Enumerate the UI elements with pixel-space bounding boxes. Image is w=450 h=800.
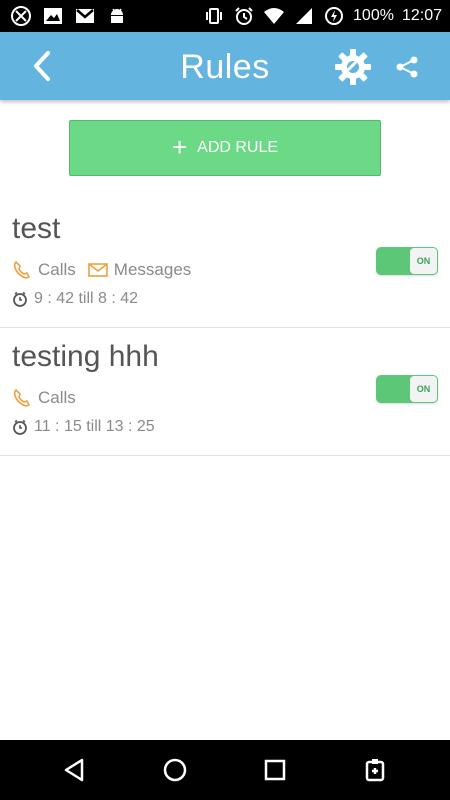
settings-button[interactable] <box>332 46 374 88</box>
nav-recents-button[interactable] <box>260 755 290 785</box>
rule-time: 9 : 42 till 8 : 42 <box>12 290 138 308</box>
nav-task-button[interactable] <box>360 755 390 785</box>
status-bar: 100% 12:07 <box>0 0 450 32</box>
category-calls: Calls <box>12 388 76 408</box>
plus-icon: + <box>171 131 188 162</box>
rule-time: 11 : 15 till 13 : 25 <box>12 418 155 436</box>
battery-percent: 100% <box>353 7 394 24</box>
vibrate-icon <box>203 5 225 27</box>
rule-item[interactable]: testing hhh Calls 11 : 15 till 13 : 25 O… <box>0 328 450 456</box>
notification-icons <box>10 0 128 32</box>
data-saver-icon <box>323 5 345 27</box>
home-circle-icon <box>163 758 187 782</box>
category-label: Calls <box>38 260 76 279</box>
category-messages: Messages <box>87 260 192 280</box>
rule-categories: Calls Messages <box>12 260 203 280</box>
rule-item[interactable]: test Calls Messages 9 : 42 till 8 : 42 O… <box>0 200 450 328</box>
rule-toggle[interactable]: ON <box>376 375 438 403</box>
task-icon <box>365 759 385 782</box>
clock-icon <box>13 419 27 435</box>
gmail-icon <box>74 5 96 27</box>
signal-icon <box>293 5 315 27</box>
image-icon <box>42 5 64 27</box>
gear-icon <box>335 49 371 85</box>
back-triangle-icon <box>64 758 84 782</box>
nav-back-button[interactable] <box>60 755 90 785</box>
time-range: 9 : 42 till 8 : 42 <box>34 290 139 307</box>
navigation-bar <box>0 740 450 800</box>
toggle-label: ON <box>416 256 431 266</box>
category-label: Messages <box>113 260 192 279</box>
system-status: 100% 12:07 <box>203 0 442 32</box>
category-label: Calls <box>38 388 76 407</box>
share-icon <box>396 56 418 78</box>
add-rule-button[interactable]: + ADD RULE <box>69 120 381 176</box>
vpn-icon <box>10 5 32 27</box>
clock: 12:07 <box>401 7 442 24</box>
alarm-icon <box>233 5 255 27</box>
rule-categories: Calls <box>12 388 88 408</box>
clock-icon <box>13 291 27 307</box>
nav-home-button[interactable] <box>160 755 190 785</box>
phone-icon <box>13 389 30 407</box>
toggle-label: ON <box>416 384 431 394</box>
app-bar: Rules <box>0 32 450 100</box>
share-button[interactable] <box>390 48 424 86</box>
page-title: Rules <box>180 48 270 86</box>
android-icon <box>106 5 128 27</box>
rule-toggle[interactable]: ON <box>376 247 438 275</box>
add-rule-label: ADD RULE <box>197 139 279 156</box>
time-range: 11 : 15 till 13 : 25 <box>34 418 155 435</box>
category-calls: Calls <box>12 260 76 280</box>
envelope-icon <box>87 263 108 277</box>
phone-icon <box>13 261 30 279</box>
rule-name: testing hhh <box>12 340 159 373</box>
rule-name: test <box>12 212 61 245</box>
recents-square-icon <box>264 759 286 781</box>
wifi-icon <box>263 5 285 27</box>
